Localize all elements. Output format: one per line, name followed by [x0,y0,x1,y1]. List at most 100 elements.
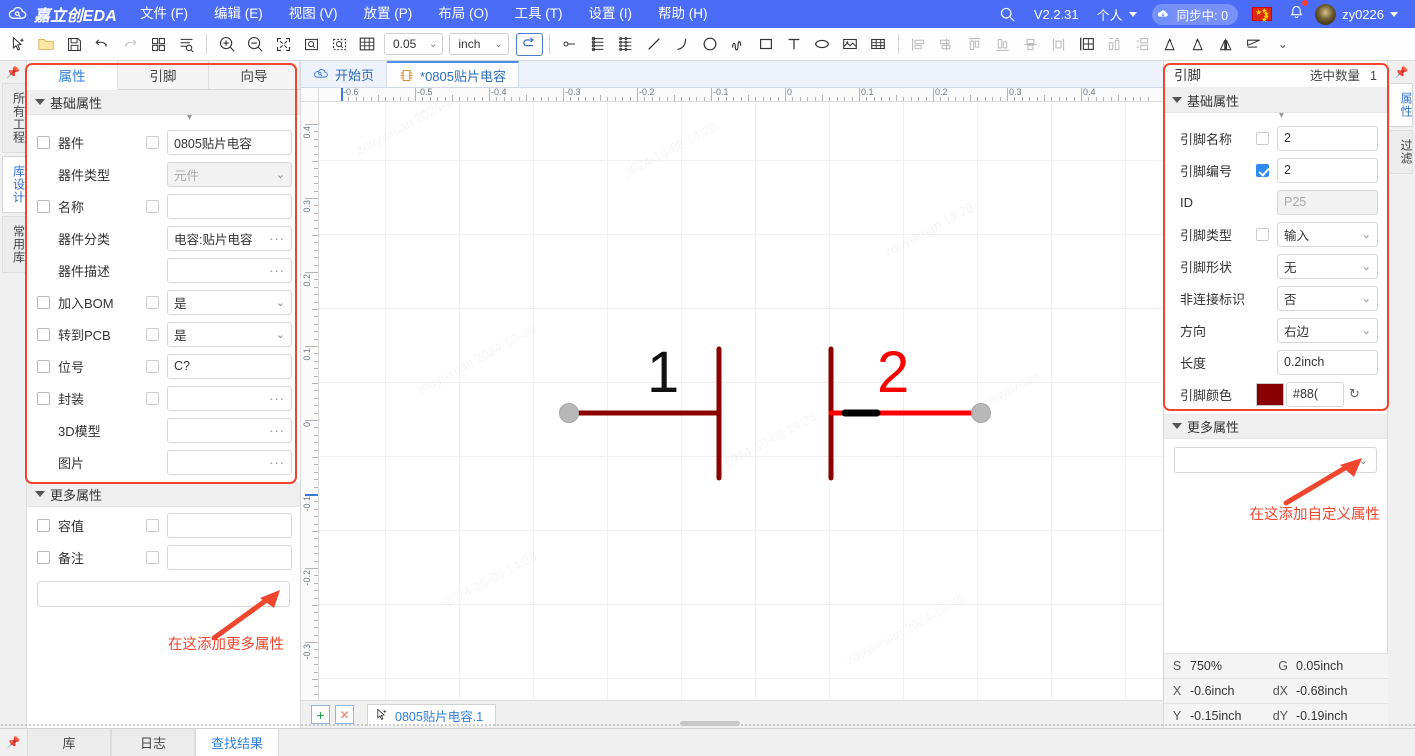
bottom-tab-find-results[interactable]: 查找结果 [195,729,279,756]
row-checkbox[interactable] [37,518,50,532]
notification-button[interactable] [1280,0,1313,24]
unit-select[interactable]: inch ⌄ [449,33,509,55]
table-icon[interactable] [864,31,892,58]
china-flag-icon[interactable]: ★ ★ ★ ★ ★ [1252,7,1273,24]
row-checkbox[interactable] [37,295,50,309]
distribute-v-icon[interactable] [1101,31,1129,58]
toolbar-overflow-button[interactable]: ⌄ [1269,31,1297,58]
pin-value-direction[interactable]: 右边 ⌄ [1277,317,1378,343]
zoom-out-icon[interactable] [241,31,269,58]
pin-value-type[interactable]: 输入 ⌄ [1277,221,1378,247]
doc-tab-start-page[interactable]: 开始页 [301,61,388,87]
section-header-more[interactable]: 更多属性 [27,482,300,507]
flip-horizontal-icon[interactable] [1213,31,1241,58]
row-lock-checkbox[interactable] [146,359,159,373]
row-lock-checkbox[interactable] [146,295,159,309]
row-checkbox[interactable] [37,550,50,564]
grid-size-select[interactable]: 0.05 ⌄ [384,33,444,55]
bottom-tab-library[interactable]: 库 [27,729,111,756]
pin-value-length[interactable]: 0.2inch [1277,349,1378,375]
row-checkbox[interactable] [37,391,50,405]
ellipsis-icon[interactable]: ··· [269,423,285,438]
distribute-h-icon[interactable] [1045,31,1073,58]
vertical-ruler[interactable]: 0.4 0.3 0.2 0.1 0 -0.1 -0.2 -0.3 [301,102,319,728]
capacitor-symbol[interactable]: 1 2 [319,102,1163,728]
property-value-designator[interactable]: C? [167,353,292,379]
tab-properties[interactable]: 属性 [27,61,118,90]
save-icon[interactable] [60,31,88,58]
bus-entry-icon[interactable] [612,31,640,58]
pin-color-hex[interactable]: #88( [1286,381,1344,407]
rotate-cw-icon[interactable] [1185,31,1213,58]
grid-view-icon[interactable] [144,31,172,58]
menu-place[interactable]: 放置 (P) [350,0,425,28]
brand-logo-area[interactable]: 嘉立创EDA [0,2,127,26]
pin-icon[interactable]: 📌 [0,729,27,756]
ellipsis-icon[interactable]: ··· [269,263,285,278]
username-button[interactable]: zy0226 [1342,0,1407,28]
row-lock-checkbox[interactable] [146,135,159,149]
pin-value-number[interactable]: 2 [1277,157,1378,183]
zoom-selection-icon[interactable] [325,31,353,58]
row-checkbox[interactable] [37,199,50,213]
menu-layout[interactable]: 布局 (O) [425,0,501,28]
pin-value-name[interactable]: 2 [1277,125,1378,151]
zoom-in-icon[interactable] [213,31,241,58]
row-checkbox[interactable] [37,359,50,373]
rail-tab-properties[interactable]: 属性 [1390,83,1413,127]
redo-icon[interactable] [116,31,144,58]
doc-tab-component[interactable]: *0805贴片电容 [387,61,519,87]
arc-icon[interactable] [668,31,696,58]
collapse-caret-icon[interactable]: ▾ [187,112,192,123]
section-header-basic[interactable]: 基础属性 [27,90,300,115]
property-value-image[interactable]: ··· [167,449,292,475]
align-left-icon[interactable] [905,31,933,58]
property-value-device-category[interactable]: 电容:贴片电容 ··· [167,225,292,251]
property-value-device-description[interactable]: ··· [167,257,292,283]
rail-tab-library-design[interactable]: 库设计 [1,156,26,213]
property-value-capacitance[interactable] [167,512,292,538]
schematic-canvas[interactable]: zouyuxuan 2024-10-08 2024-10-08 14:28 zo… [319,102,1163,728]
row-checkbox[interactable] [1256,227,1269,241]
align-center-h-icon[interactable] [933,31,961,58]
property-value-3d-model[interactable]: ··· [167,417,292,443]
row-checkbox[interactable] [1256,163,1269,177]
reset-icon[interactable]: ↻ [1349,386,1360,402]
add-sheet-icon[interactable]: + [311,705,330,724]
row-lock-checkbox[interactable] [146,327,159,341]
zoom-region-icon[interactable] [297,31,325,58]
spacing-icon[interactable] [1129,31,1157,58]
image-icon[interactable] [836,31,864,58]
ellipsis-icon[interactable]: ··· [269,391,285,406]
tab-wizard[interactable]: 向导 [209,61,300,89]
color-swatch[interactable] [1256,382,1284,406]
property-value-device-type[interactable]: 元件 ⌄ [167,161,292,187]
horizontal-ruler[interactable]: -0.6 -0.5 -0.4 -0.3 -0.2 -0.1 0 0.1 0.2 0.3 0.4 [319,88,1163,102]
row-checkbox[interactable] [37,327,50,341]
section-header-more[interactable]: 更多属性 [1164,414,1387,439]
property-value-remark[interactable] [167,544,292,570]
list-search-icon[interactable] [172,31,200,58]
pin-icon[interactable] [556,31,584,58]
property-value-device[interactable]: 0805贴片电容 [167,129,292,155]
align-bottom-icon[interactable] [989,31,1017,58]
row-lock-checkbox[interactable] [146,518,159,532]
property-value-name[interactable] [167,193,292,219]
bus-icon[interactable] [584,31,612,58]
rotate-ccw-icon[interactable] [1157,31,1185,58]
circle-icon[interactable] [696,31,724,58]
pin-value-shape[interactable]: 无 ⌄ [1277,253,1378,279]
row-lock-checkbox[interactable] [146,391,159,405]
grid-toggle-icon[interactable] [353,31,381,58]
pin-value-no-connect[interactable]: 否 ⌄ [1277,285,1378,311]
row-checkbox[interactable] [1256,131,1269,145]
collapse-caret-icon[interactable]: ▾ [1279,110,1284,121]
avatar[interactable] [1315,3,1337,25]
menu-tools[interactable]: 工具 (T) [501,0,575,28]
ellipsis-icon[interactable]: ··· [269,455,285,470]
undo-arrow-icon[interactable] [515,32,543,56]
search-button[interactable] [990,0,1025,28]
flip-vertical-icon[interactable] [1241,31,1269,58]
rail-tab-common-library[interactable]: 常用库 [1,216,26,273]
row-checkbox[interactable] [37,135,50,149]
